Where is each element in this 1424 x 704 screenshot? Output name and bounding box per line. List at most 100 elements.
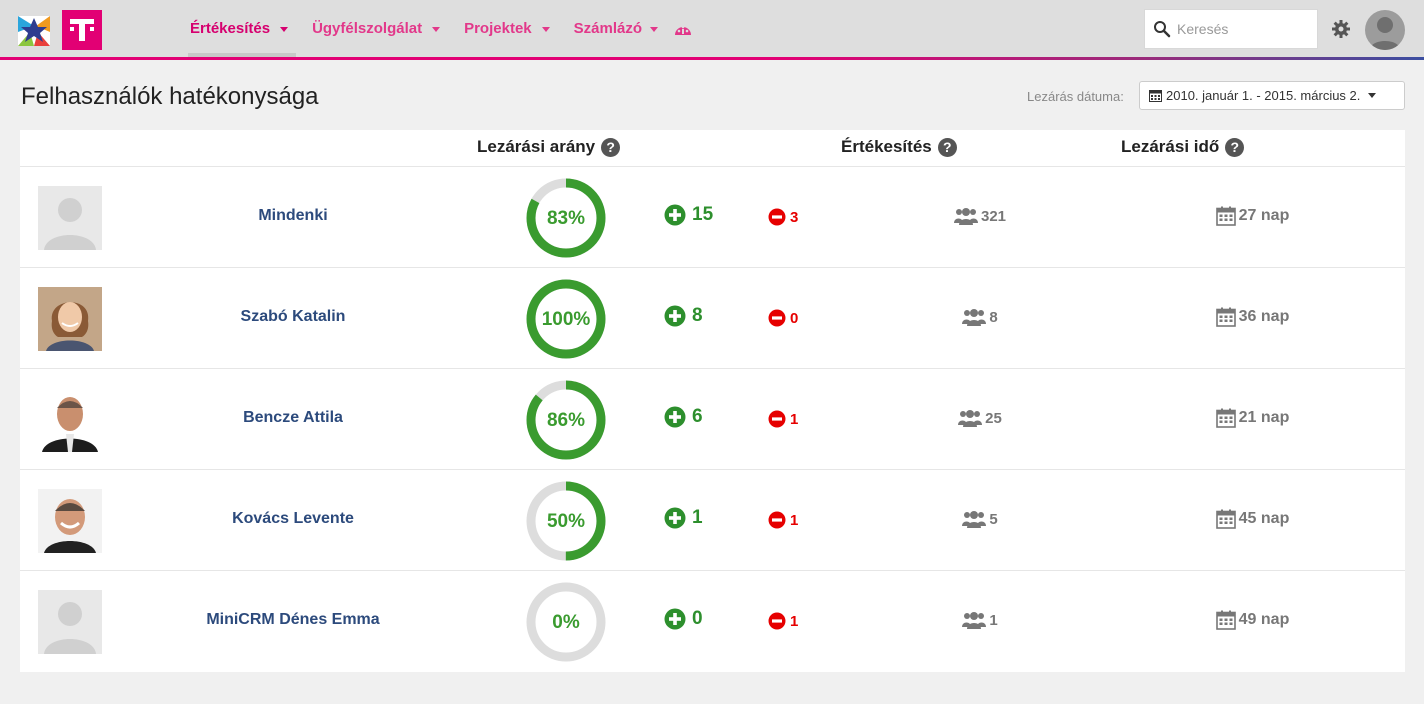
user-name-link[interactable]: Szabó Katalin: [170, 308, 416, 326]
search-input[interactable]: [1177, 21, 1307, 37]
table-row: Bencze Attila 86% 6 1 25 21 nap: [20, 369, 1405, 470]
users-icon: [953, 208, 978, 225]
caret-down-icon: [541, 27, 550, 32]
header-label: Lezárási arány: [477, 137, 596, 156]
nav-item-label: Ügyfélszolgálat: [312, 20, 423, 37]
caret-down-icon: [280, 27, 289, 32]
calendar-icon: [1215, 408, 1236, 428]
user-photo: [38, 388, 102, 452]
table-row: Kovács Levente 50% 1 1 5 45 nap: [20, 470, 1405, 571]
calendar-icon: [1215, 307, 1236, 327]
lost-count: 3: [768, 208, 798, 226]
plus-circle-icon: [664, 204, 686, 226]
closing-rate-label: 0%: [552, 612, 580, 633]
user-photo: [38, 186, 102, 250]
user-name-link[interactable]: Bencze Attila: [170, 409, 416, 427]
sales-count: 25: [900, 409, 1060, 427]
header-closing-time: Lezárási idő ?: [1121, 137, 1245, 157]
sales-count: 321: [900, 207, 1060, 225]
nav-item-szamlazo[interactable]: Számlázó: [574, 0, 658, 57]
minus-circle-icon: [768, 309, 786, 327]
dashboard-icon: [675, 25, 691, 35]
user-icon: [1370, 17, 1400, 50]
nav-item-projektek[interactable]: Projektek: [464, 0, 550, 57]
won-value: 8: [692, 305, 703, 326]
users-icon: [962, 511, 987, 528]
header-label: Lezárási idő: [1121, 137, 1220, 156]
calendar-icon: [1215, 610, 1236, 630]
closing-time: 27 nap: [1170, 206, 1335, 226]
help-icon[interactable]: ?: [601, 137, 621, 157]
lost-count: 0: [768, 309, 798, 327]
minus-circle-icon: [768, 612, 786, 630]
header-label: Értékesítés: [841, 137, 932, 156]
gear-icon[interactable]: [1332, 20, 1350, 38]
lost-value: 0: [790, 309, 799, 327]
search-icon: [1154, 21, 1171, 38]
plus-circle-icon: [664, 305, 686, 327]
users-icon: [962, 612, 987, 629]
minus-circle-icon: [768, 410, 786, 428]
user-name-link[interactable]: Kovács Levente: [170, 510, 416, 528]
calendar-icon: [1215, 206, 1236, 226]
table-row: Szabó Katalin 100% 8 0 8 36 nap: [20, 268, 1405, 369]
user-photo: [38, 489, 102, 553]
user-avatar[interactable]: [1365, 10, 1405, 50]
sales-count: 8: [900, 308, 1060, 326]
sales-value: 8: [989, 308, 998, 326]
closing-rate-donut: 86%: [526, 380, 606, 460]
users-icon: [958, 410, 983, 427]
closing-rate-donut: 100%: [526, 279, 606, 359]
sales-count: 5: [900, 510, 1060, 528]
lost-count: 1: [768, 612, 798, 630]
user-name-link[interactable]: Mindenki: [170, 207, 416, 225]
lost-value: 1: [790, 612, 799, 630]
search-box[interactable]: [1144, 9, 1318, 49]
won-count: 15: [664, 204, 713, 226]
efficiency-table: Lezárási arány ? Értékesítés ? Lezárási …: [20, 130, 1405, 672]
date-range-dropdown[interactable]: 2010. január 1. - 2015. március 2.: [1139, 81, 1405, 110]
time-value: 49 nap: [1238, 611, 1290, 628]
won-value: 6: [692, 406, 703, 427]
minicrm-logo-icon[interactable]: [16, 12, 52, 48]
caret-down-icon: [432, 27, 441, 32]
time-value: 27 nap: [1238, 207, 1290, 224]
calendar-icon: [1215, 509, 1236, 529]
user-photo: [38, 287, 102, 351]
page-title: Felhasználók hatékonysága: [21, 83, 319, 110]
telekom-logo-icon[interactable]: [62, 10, 102, 50]
help-icon[interactable]: ?: [937, 137, 957, 157]
nav-item-label: Projektek: [464, 20, 532, 37]
time-value: 45 nap: [1238, 510, 1290, 527]
lost-value: 1: [790, 511, 799, 529]
closing-rate-label: 50%: [547, 511, 585, 532]
closing-rate-donut: 83%: [526, 178, 606, 258]
won-count: 0: [664, 608, 703, 630]
sales-count: 1: [900, 611, 1060, 629]
lost-count: 1: [768, 410, 798, 428]
sales-value: 25: [985, 409, 1002, 427]
closing-rate-donut: 50%: [526, 481, 606, 561]
nav-item-ugyfelszolgalat[interactable]: Ügyfélszolgálat: [312, 0, 441, 57]
date-range-value: 2010. január 1. - 2015. március 2.: [1166, 88, 1361, 103]
calendar-icon: [1149, 90, 1162, 102]
caret-down-icon: [650, 27, 658, 32]
won-value: 0: [692, 608, 703, 629]
main-nav: Értékesítés Ügyfélszolgálat Projektek Sz…: [187, 0, 692, 57]
user-name-link[interactable]: MiniCRM Dénes Emma: [170, 611, 416, 629]
dashboard-button[interactable]: [674, 0, 692, 57]
lost-value: 1: [790, 410, 799, 428]
time-value: 36 nap: [1238, 308, 1290, 325]
won-value: 1: [692, 507, 703, 528]
won-value: 15: [692, 204, 714, 225]
plus-circle-icon: [664, 507, 686, 529]
closing-rate-label: 86%: [547, 410, 585, 431]
sales-value: 1: [989, 611, 998, 629]
nav-item-ertekesites[interactable]: Értékesítés: [187, 0, 297, 57]
help-icon[interactable]: ?: [1225, 137, 1245, 157]
lost-value: 3: [790, 208, 799, 226]
caret-down-icon: [1368, 93, 1377, 98]
closing-rate-label: 83%: [547, 208, 585, 229]
brand-divider: [0, 57, 1424, 60]
users-icon: [962, 309, 987, 326]
